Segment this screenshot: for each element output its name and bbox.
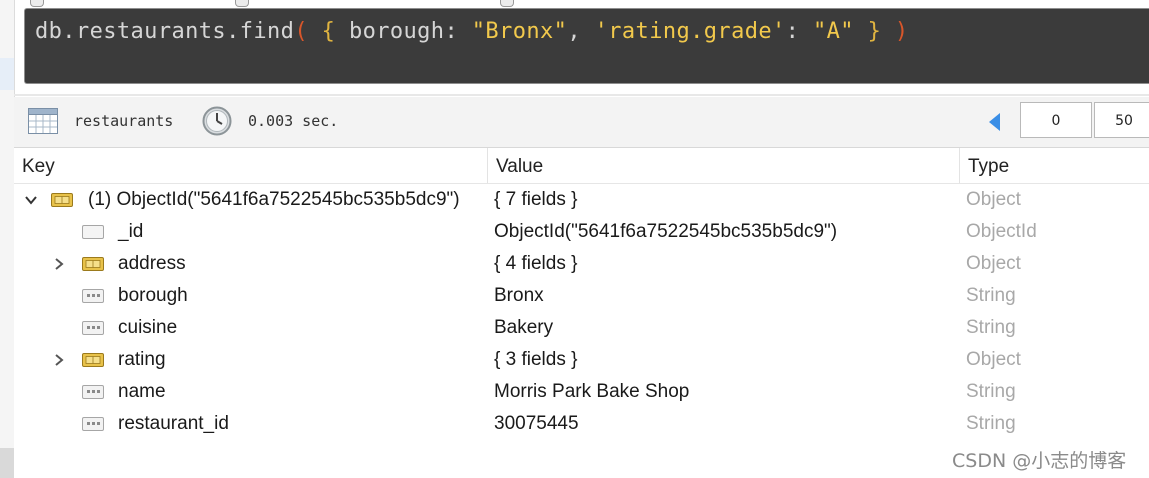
top-toolbar-remnant — [30, 0, 630, 8]
query-method: find — [239, 19, 295, 44]
field-key: rating — [118, 349, 166, 370]
collection-table-icon — [28, 108, 58, 134]
clock-icon — [202, 106, 232, 136]
field-value: ObjectId("5641f6a7522545bc535b5dc9") — [494, 221, 838, 242]
document-value: { 7 fields } — [494, 189, 578, 210]
object-icon — [82, 257, 104, 271]
query-brace-open: { — [321, 19, 336, 44]
chevron-right-icon[interactable] — [52, 257, 66, 271]
field-row-borough[interactable]: borough Bronx String — [14, 280, 1149, 312]
field-row-cuisine[interactable]: cuisine Bakery String — [14, 312, 1149, 344]
field-key: _id — [118, 221, 144, 242]
chevron-right-icon[interactable] — [52, 353, 66, 367]
field-row-id[interactable]: _id ObjectId("5641f6a7522545bc535b5dc9")… — [14, 216, 1149, 248]
results-table: Key Value Type (1) ObjectId("5641f6a7522… — [14, 148, 1149, 478]
field-row-rating[interactable]: rating { 3 fields } Object — [14, 344, 1149, 376]
query-comma: , — [567, 19, 581, 44]
field-row-address[interactable]: address { 4 fields } Object — [14, 248, 1149, 280]
query-value-bronx: "Bronx" — [471, 19, 568, 44]
document-row[interactable]: (1) ObjectId("5641f6a7522545bc535b5dc9")… — [14, 184, 1149, 216]
field-value: Bakery — [494, 317, 554, 338]
field-key: cuisine — [118, 317, 178, 338]
field-type: String — [966, 285, 1016, 306]
field-value: Bronx — [494, 285, 544, 306]
field-key: address — [118, 253, 186, 274]
query-editor[interactable]: db.restaurants.find( { borough: "Bronx",… — [24, 8, 1149, 84]
field-type: Object — [966, 349, 1021, 370]
objectid-icon — [82, 225, 104, 239]
query-field-rating-grade: 'rating.grade' — [594, 19, 786, 44]
left-panel-edge — [0, 0, 15, 478]
object-icon — [82, 353, 104, 367]
query-brace-close: } — [867, 19, 882, 44]
document-type: Object — [966, 189, 1021, 210]
string-icon — [82, 289, 104, 303]
object-icon — [51, 193, 73, 207]
field-type: ObjectId — [966, 221, 1037, 242]
field-value: { 4 fields } — [494, 253, 578, 274]
string-icon — [82, 321, 104, 335]
query-text[interactable]: db.restaurants.find( { borough: "Bronx",… — [35, 19, 909, 45]
previous-page-icon[interactable] — [988, 112, 1002, 132]
skip-input[interactable]: 0 — [1020, 102, 1092, 138]
field-type: String — [966, 381, 1016, 402]
string-icon — [82, 417, 104, 431]
field-value: { 3 fields } — [494, 349, 578, 370]
field-type: String — [966, 317, 1016, 338]
query-dot: . — [62, 19, 76, 44]
query-dot: . — [226, 19, 240, 44]
chevron-down-icon[interactable] — [24, 193, 38, 207]
field-key: name — [118, 381, 166, 402]
field-type: String — [966, 413, 1016, 434]
field-row-restaurant-id[interactable]: restaurant_id 30075445 String — [14, 408, 1149, 440]
divider — [14, 94, 1149, 96]
limit-input[interactable]: 50 — [1094, 102, 1149, 138]
collection-name: restaurants — [74, 112, 174, 130]
query-colon: : — [785, 19, 800, 44]
query-collection: restaurants — [75, 19, 227, 44]
selected-item-highlight — [0, 58, 14, 90]
field-value: Morris Park Bake Shop — [494, 381, 690, 402]
column-header-value[interactable]: Value — [488, 148, 960, 184]
query-colon: : — [444, 19, 459, 44]
query-paren-open: ( — [294, 19, 308, 44]
field-type: Object — [966, 253, 1021, 274]
document-key: (1) ObjectId("5641f6a7522545bc535b5dc9") — [88, 189, 460, 210]
watermark: CSDN @小志的博客 — [952, 450, 1127, 472]
query-paren-close: ) — [894, 19, 909, 44]
field-value: 30075445 — [494, 413, 579, 434]
string-icon — [82, 385, 104, 399]
query-field-borough: borough — [348, 19, 445, 44]
field-key: restaurant_id — [118, 413, 229, 434]
query-db: db — [35, 19, 63, 44]
results-toolbar: restaurants 0.003 sec. 0 50 — [14, 97, 1149, 148]
query-value-a: "A" — [812, 19, 854, 44]
scrollbar-thumb[interactable] — [0, 448, 14, 478]
query-elapsed-time: 0.003 sec. — [248, 112, 339, 130]
field-row-name[interactable]: name Morris Park Bake Shop String — [14, 376, 1149, 408]
field-key: borough — [118, 285, 188, 306]
column-header-type[interactable]: Type — [960, 148, 1149, 184]
column-header-key[interactable]: Key — [14, 148, 488, 184]
